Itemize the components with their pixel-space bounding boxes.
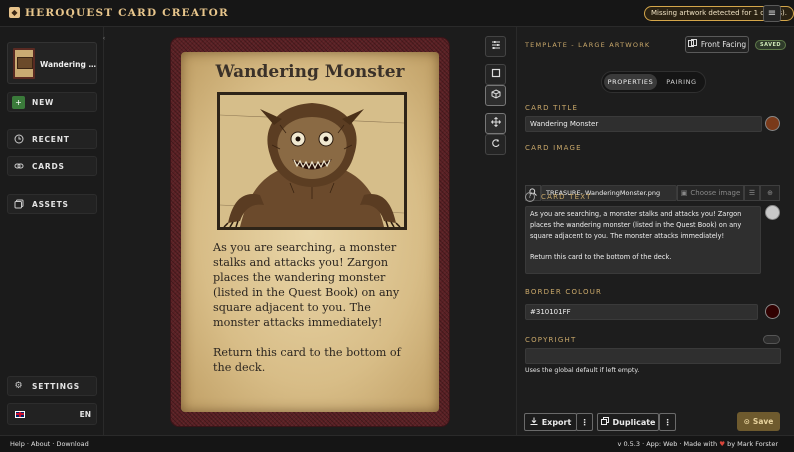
square-icon (491, 68, 501, 81)
crop-frame-button[interactable] (485, 64, 506, 85)
uk-flag-icon (15, 410, 25, 418)
sidebar-item-assets[interactable]: ASSETS (7, 194, 97, 214)
save-label: Save (752, 417, 774, 426)
duplicate-options-button[interactable]: ⋮ (659, 413, 676, 431)
footer: Help · About · Download v 0.5.3 · App: W… (0, 435, 794, 452)
copyright-input[interactable] (525, 348, 781, 364)
sidebar-item-label: RECENT (32, 134, 70, 144)
rotate-button[interactable] (485, 134, 506, 155)
sidebar-item-label: NEW (32, 97, 55, 107)
card-title: Wandering Monster (215, 62, 405, 82)
clock-icon (12, 133, 25, 146)
current-card-title: Wandering ... (40, 60, 96, 69)
front-facing-button[interactable]: Front Facing (685, 36, 749, 53)
download-icon (530, 417, 538, 427)
tab-properties[interactable]: PROPERTIES (604, 74, 657, 90)
flip-card-icon (687, 39, 697, 50)
export-options-button[interactable]: ⋮ (576, 413, 593, 431)
move-arrows-icon (490, 117, 501, 130)
border-colour-input[interactable]: #310101FF (525, 304, 758, 320)
image-icon: ▣ (680, 189, 688, 197)
add-image-button[interactable]: ⊕ (760, 185, 780, 201)
image-stack-icon (12, 198, 25, 211)
plus-circle-icon: ⊕ (767, 189, 773, 197)
move-button[interactable] (485, 113, 506, 134)
card-text-paragraph: As you are searching, a monster stalks a… (530, 210, 742, 240)
3d-view-button[interactable] (485, 85, 506, 106)
export-button[interactable]: Export (524, 413, 577, 431)
panel-tabs: PROPERTIES PAIRING (601, 71, 706, 93)
sidebar-item-label: ASSETS (32, 199, 69, 209)
hamburger-icon: ≡ (767, 8, 777, 19)
export-label: Export (541, 417, 572, 427)
card-artwork (217, 92, 407, 230)
menu-button[interactable]: ≡ (763, 5, 781, 22)
save-button[interactable]: ⊙ Save (737, 412, 780, 431)
card-body-paragraph: As you are searching, a monster stalks a… (213, 241, 400, 329)
saved-badge: SAVED (755, 40, 787, 50)
duplicate-label: Duplicate (612, 417, 656, 427)
copyright-helper-text: Uses the global default if left empty. (525, 367, 640, 374)
properties-panel: TEMPLATE - LARGE ARTWORK Front Facing SA… (516, 27, 794, 435)
front-facing-label: Front Facing (700, 40, 747, 49)
card-text-paragraph: Return this card to the bottom of the de… (530, 253, 672, 262)
card-body-paragraph: Return this card to the bottom of the de… (213, 346, 401, 374)
list-icon: ☰ (748, 189, 756, 197)
text-color-swatch[interactable] (765, 205, 780, 220)
card-parchment: Wandering Monster As you are searching, … (181, 52, 439, 412)
card-text-input[interactable]: As you are searching, a monster stalks a… (525, 206, 761, 274)
sidebar-item-new[interactable]: + NEW (7, 92, 97, 112)
sidebar: ‹ Wandering ... + NEW RECENT CARDS ASSET… (0, 27, 105, 435)
choose-image-label: Choose image (690, 189, 741, 197)
top-bar: ◆ HEROQUEST CARD CREATOR Missing artwork… (0, 0, 794, 27)
copy-plus-icon: + (12, 95, 25, 109)
copyright-toggle[interactable] (763, 335, 780, 344)
copy-icon (600, 417, 609, 427)
app-title: HEROQUEST CARD CREATOR (25, 7, 229, 19)
duplicate-button[interactable]: Duplicate (597, 413, 659, 431)
help-icon[interactable]: ? (525, 192, 535, 202)
sidebar-item-recent[interactable]: RECENT (7, 129, 97, 149)
heart-icon: ♥ (719, 440, 726, 448)
sidebar-item-label: CARDS (32, 161, 65, 171)
border-colour-label: BORDER COLOUR (525, 288, 603, 296)
copyright-label: COPYRIGHT (525, 336, 577, 344)
layout-settings-button[interactable] (485, 36, 506, 57)
card-image-label: CARD IMAGE (525, 144, 582, 152)
sidebar-item-settings[interactable]: ⚙ SETTINGS (7, 376, 97, 396)
card-title-label: CARD TITLE (525, 104, 579, 112)
more-vertical-icon: ⋮ (580, 417, 589, 427)
cube-icon (491, 89, 501, 102)
more-vertical-icon: ⋮ (663, 417, 672, 427)
footer-credits: v 0.5.3 · App: Web · Made with ♥ by Mark… (618, 440, 778, 448)
monster-artwork-icon (220, 95, 404, 227)
link-icon (12, 160, 25, 173)
card-preview: Wandering Monster As you are searching, … (171, 38, 449, 426)
sidebar-item-cards[interactable]: CARDS (7, 156, 97, 176)
card-preview-area: Wandering Monster As you are searching, … (105, 27, 515, 435)
gear-icon: ⚙ (14, 381, 23, 391)
check-circle-icon: ⊙ (743, 417, 750, 426)
app-logo-icon: ◆ (9, 7, 20, 18)
card-thumbnail (13, 48, 35, 79)
image-list-button[interactable]: ☰ (744, 185, 760, 201)
sidebar-item-label: SETTINGS (32, 381, 80, 391)
choose-image-button[interactable]: ▣ Choose image (677, 185, 744, 201)
border-color-swatch[interactable] (765, 304, 780, 319)
title-color-swatch[interactable] (765, 116, 780, 131)
version-text: v 0.5.3 · App: Web · Made with (617, 440, 718, 448)
tab-pairing[interactable]: PAIRING (658, 74, 705, 90)
template-label: TEMPLATE - LARGE ARTWORK (525, 41, 651, 49)
author-text: by Mark Forster (727, 440, 778, 448)
language-label: EN (79, 409, 91, 419)
sliders-icon (491, 40, 501, 53)
current-card-item[interactable]: Wandering ... (7, 42, 97, 84)
rotate-icon (491, 138, 501, 151)
footer-links[interactable]: Help · About · Download (10, 440, 89, 448)
card-text-label: CARD TEXT (541, 193, 592, 201)
card-title-input[interactable]: Wandering Monster (525, 116, 762, 132)
language-selector[interactable]: EN (7, 403, 97, 425)
card-body-text: As you are searching, a monster stalks a… (213, 240, 409, 390)
